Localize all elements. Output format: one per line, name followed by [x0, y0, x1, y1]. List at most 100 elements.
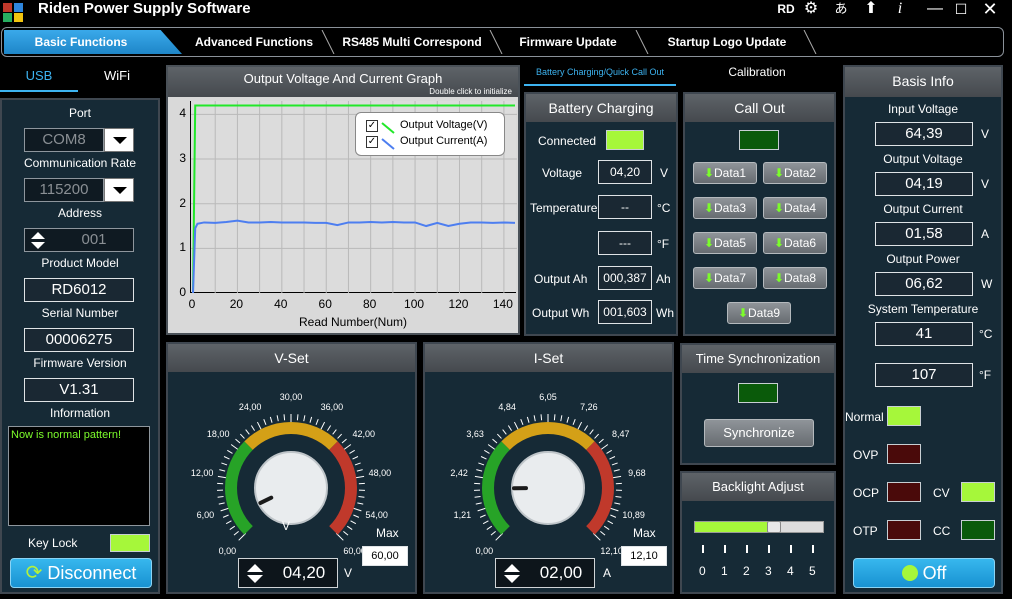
callout-data5-label: Data5	[714, 236, 747, 250]
dial-tick	[474, 496, 481, 498]
callout-data8-button[interactable]: ⬇Data8	[763, 267, 827, 289]
dial-scale-label: 4,84	[498, 401, 516, 412]
vset-value-unit: V	[344, 566, 353, 580]
backlight-tick-label: 3	[765, 564, 772, 578]
spin-up-icon[interactable]	[31, 232, 45, 239]
upload-arrow-icon[interactable]: ⬆	[860, 0, 882, 18]
backlight-slider[interactable]	[694, 521, 824, 533]
minimize-button[interactable]: —	[920, 0, 950, 18]
dial-tick	[484, 449, 490, 454]
otp-indicator	[887, 520, 921, 540]
output-toggle-button[interactable]: Off	[853, 558, 995, 588]
dial-tick	[349, 449, 355, 454]
dial-tick	[520, 419, 524, 425]
backlight-tick-label: 4	[787, 564, 794, 578]
synchronize-button[interactable]: Synchronize	[704, 419, 814, 447]
tab-wifi[interactable]: WiFi	[78, 62, 156, 92]
port-select[interactable]: COM8	[24, 128, 104, 152]
user-badge[interactable]: RD	[776, 0, 796, 18]
disconnect-button[interactable]: ⟳ Disconnect	[10, 558, 152, 588]
tab-firmware-update[interactable]: Firmware Update	[502, 30, 634, 54]
vset-spinner[interactable]: 04,20	[238, 558, 338, 588]
backlight-slider-thumb[interactable]	[767, 521, 782, 533]
vset-value: 04,20	[282, 563, 326, 582]
tab-rs485[interactable]: RS485 Multi Correspond	[332, 30, 492, 54]
tab-usb[interactable]: USB	[0, 62, 78, 92]
rate-select[interactable]: 115200	[24, 178, 104, 202]
backlight-tick-label: 5	[809, 564, 816, 578]
keylock-indicator[interactable]	[110, 534, 150, 552]
basis-panel: Basis Info Input Voltage 64,39 V Output …	[843, 65, 1003, 594]
callout-data1-label: Data1	[714, 166, 747, 180]
callout-data1-button[interactable]: ⬇Data1	[693, 162, 757, 184]
rate-dropdown-button[interactable]	[104, 178, 134, 202]
gear-icon[interactable]: ⚙	[800, 0, 822, 18]
legend-current-checkbox[interactable]: ✓	[366, 136, 378, 148]
legend-voltage-swatch	[381, 121, 395, 134]
dial-tick	[609, 456, 616, 460]
tab-startup-logo[interactable]: Startup Logo Update	[652, 30, 802, 54]
vset-title: V-Set	[168, 344, 415, 372]
tab-calibration[interactable]: Calibration	[700, 62, 814, 86]
output-current-value: 01,58	[875, 222, 973, 246]
green-down-arrow-icon: ⬇	[773, 166, 785, 180]
firmware-label: Firmware Version	[33, 356, 127, 370]
dial-tick	[572, 419, 576, 425]
dial-tick	[327, 425, 332, 431]
spin-up-icon[interactable]	[247, 564, 263, 572]
connected-label: Connected	[538, 134, 597, 148]
connected-indicator	[606, 130, 644, 150]
x-axis-label: Read Number(Num)	[298, 315, 408, 329]
spin-down-icon[interactable]	[504, 575, 520, 583]
title-bar: Riden Power Supply Software RD ⚙ あ ⬆ i —…	[0, 0, 1012, 24]
dial-tick	[250, 425, 255, 431]
dial-scale-label: 6,00	[196, 509, 215, 520]
callout-data6-button[interactable]: ⬇Data6	[763, 232, 827, 254]
callout-data2-button[interactable]: ⬇Data2	[763, 162, 827, 184]
tab-advanced-functions[interactable]: Advanced Functions	[184, 30, 324, 54]
dial-knob[interactable]	[254, 451, 328, 525]
callout-panel: Call Out ⬇Data1 ⬇Data2 ⬇Data3 ⬇Data4 ⬇Da…	[683, 92, 836, 336]
dial-tick	[490, 530, 496, 536]
dial-tick	[239, 433, 245, 439]
app-title: Riden Power Supply Software	[38, 0, 251, 17]
dial-tick	[227, 449, 233, 454]
close-button[interactable]: ✕	[978, 0, 1002, 18]
plot-area[interactable]: ✓ Output Voltage(V) ✓ Output Current(A)	[190, 101, 517, 293]
port-dropdown-button[interactable]	[104, 128, 134, 152]
dial-scale-label: 6,05	[539, 392, 557, 402]
y-tick-label: 4	[179, 106, 186, 121]
info-icon[interactable]: i	[890, 0, 910, 18]
dial-tick	[235, 438, 241, 444]
tab-separator	[803, 30, 817, 54]
tab-basic-functions[interactable]: Basic Functions	[4, 30, 182, 54]
tab-battery-callout[interactable]: Battery Charging/Quick Call Out	[524, 62, 676, 86]
dial-tick	[337, 433, 343, 439]
spin-down-icon[interactable]	[247, 575, 263, 583]
green-down-arrow-icon: ⬇	[703, 201, 715, 215]
maximize-button[interactable]: ☐	[950, 0, 972, 18]
callout-data4-button[interactable]: ⬇Data4	[763, 197, 827, 219]
iset-max-input[interactable]: 12,10	[621, 546, 667, 566]
callout-data9-button[interactable]: ⬇Data9	[727, 302, 791, 324]
dial-tick	[315, 419, 319, 425]
model-label: Product Model	[41, 256, 119, 270]
ovp-indicator	[887, 444, 921, 464]
dial-scale-label: 30,00	[279, 392, 303, 402]
dial-scale-label: 9,68	[628, 467, 646, 478]
iset-spinner[interactable]: 02,00	[495, 558, 595, 588]
battery-temp-f-unit: °F	[657, 237, 670, 251]
callout-data5-button[interactable]: ⬇Data5	[693, 232, 757, 254]
address-value: 001	[81, 231, 107, 248]
address-spinner[interactable]: 001	[24, 228, 134, 252]
legend-voltage-checkbox[interactable]: ✓	[366, 120, 378, 132]
rate-label: Communication Rate	[23, 156, 137, 170]
callout-data7-button[interactable]: ⬇Data7	[693, 267, 757, 289]
language-icon[interactable]: あ	[830, 0, 852, 18]
callout-data3-button[interactable]: ⬇Data3	[693, 197, 757, 219]
vset-max-input[interactable]: 60,00	[362, 546, 408, 566]
spin-down-icon[interactable]	[31, 242, 45, 249]
normal-label: Normal	[845, 410, 884, 424]
spin-up-icon[interactable]	[504, 564, 520, 572]
disconnect-label: Disconnect	[47, 563, 137, 583]
